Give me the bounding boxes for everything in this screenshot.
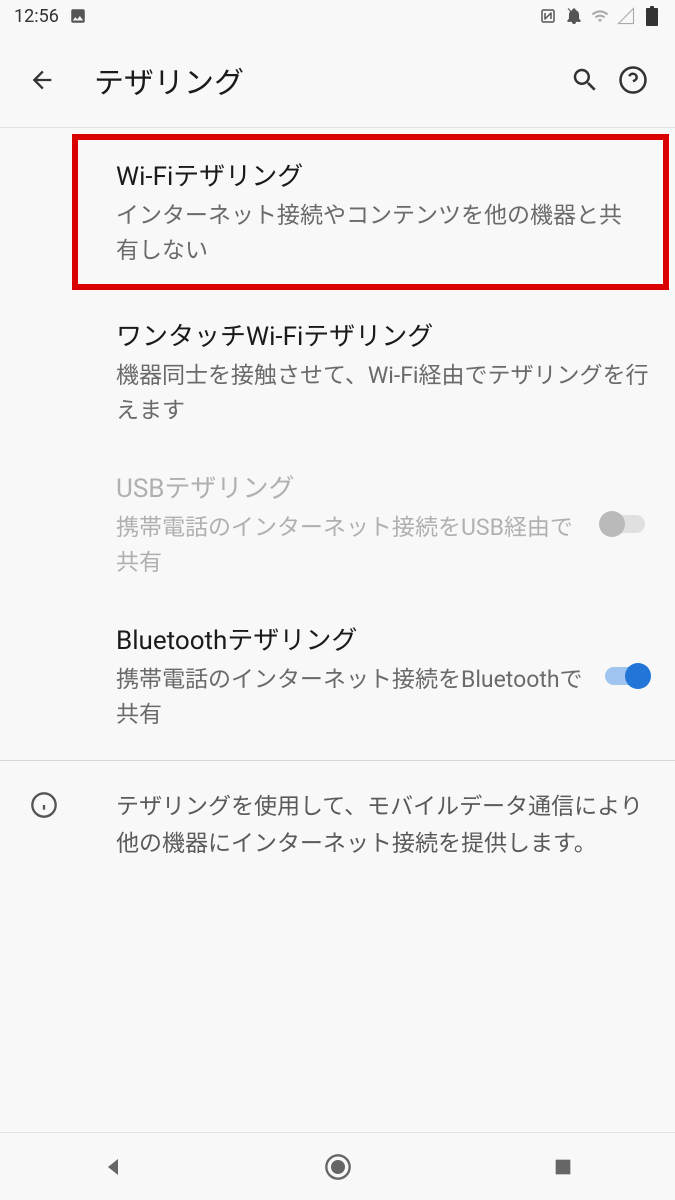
notification-muted-icon bbox=[565, 7, 583, 25]
app-bar: テザリング bbox=[0, 32, 675, 128]
nav-recent-button[interactable] bbox=[523, 1143, 603, 1191]
image-icon bbox=[69, 7, 87, 25]
nav-recent-icon bbox=[552, 1156, 574, 1178]
search-button[interactable] bbox=[561, 56, 609, 104]
nav-back-button[interactable] bbox=[73, 1143, 153, 1191]
nav-home-icon bbox=[324, 1153, 352, 1181]
divider bbox=[0, 760, 675, 761]
back-button[interactable] bbox=[18, 56, 66, 104]
setting-subtitle: インターネット接続やコンテンツを他の機器と共有しない bbox=[116, 199, 639, 268]
status-left: 12:56 bbox=[14, 6, 87, 27]
search-icon bbox=[570, 65, 600, 95]
onetouch-wifi-tethering-item[interactable]: ワンタッチWi-Fiテザリング 機器同士を接触させて、Wi-Fi経由でテザリング… bbox=[0, 296, 675, 448]
setting-title: Bluetoothテザリング bbox=[116, 620, 583, 657]
status-right bbox=[539, 7, 661, 25]
setting-title: USBテザリング bbox=[116, 468, 583, 505]
help-icon bbox=[618, 65, 648, 95]
navigation-bar bbox=[0, 1132, 675, 1200]
help-button[interactable] bbox=[609, 56, 657, 104]
usb-tethering-item: USBテザリング 携帯電話のインターネット接続をUSB経由で共有 bbox=[0, 448, 675, 600]
nav-home-button[interactable] bbox=[298, 1143, 378, 1191]
nav-back-icon bbox=[101, 1155, 125, 1179]
info-section: テザリングを使用して、モバイルデータ通信により他の機器にインターネット接続を提供… bbox=[0, 769, 675, 883]
setting-subtitle: 機器同士を接触させて、Wi-Fi経由でテザリングを行えます bbox=[116, 359, 651, 428]
usb-tethering-switch bbox=[599, 510, 651, 538]
bluetooth-tethering-switch[interactable] bbox=[599, 662, 651, 690]
status-bar: 12:56 bbox=[0, 0, 675, 32]
page-title: テザリング bbox=[94, 58, 561, 102]
wifi-icon bbox=[591, 7, 609, 25]
back-arrow-icon bbox=[28, 66, 56, 94]
status-time: 12:56 bbox=[14, 6, 59, 27]
setting-subtitle: 携帯電話のインターネット接続をBluetoothで共有 bbox=[116, 663, 583, 732]
info-text: テザリングを使用して、モバイルデータ通信により他の機器にインターネット接続を提供… bbox=[116, 789, 651, 863]
setting-subtitle: 携帯電話のインターネット接続をUSB経由で共有 bbox=[116, 511, 583, 580]
wifi-tethering-item[interactable]: Wi-Fiテザリング インターネット接続やコンテンツを他の機器と共有しない bbox=[72, 134, 669, 290]
nfc-icon bbox=[539, 7, 557, 25]
info-icon-wrap bbox=[24, 789, 116, 863]
signal-icon bbox=[617, 7, 635, 25]
bluetooth-tethering-item[interactable]: Bluetoothテザリング 携帯電話のインターネット接続をBluetoothで… bbox=[0, 600, 675, 752]
info-icon bbox=[30, 791, 58, 819]
battery-icon bbox=[643, 7, 661, 25]
settings-list: Wi-Fiテザリング インターネット接続やコンテンツを他の機器と共有しない ワン… bbox=[0, 134, 675, 883]
setting-title: ワンタッチWi-Fiテザリング bbox=[116, 316, 651, 353]
setting-title: Wi-Fiテザリング bbox=[116, 156, 639, 193]
